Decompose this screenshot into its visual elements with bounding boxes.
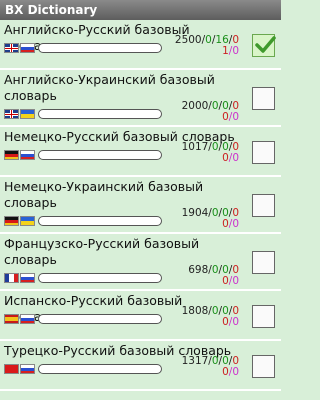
review-counts: 0/0 — [222, 366, 239, 378]
language-flags — [4, 216, 35, 226]
select-checkbox[interactable] — [252, 87, 275, 110]
language-flags — [4, 273, 35, 283]
select-checkbox[interactable] — [252, 354, 275, 378]
flag-ru-icon — [20, 364, 35, 374]
progress-bar — [38, 216, 162, 226]
language-flags — [4, 43, 35, 53]
dictionary-row[interactable]: Английско-Украинский базовый словарь 200… — [0, 70, 281, 127]
progress-bar — [38, 43, 162, 53]
dictionary-list[interactable]: Английско-Русский базовый словарь 2500/0… — [0, 20, 281, 391]
progress-bar — [38, 273, 162, 283]
dictionary-row[interactable]: Французско-Русский базовый словарь 698/0… — [0, 234, 281, 291]
flag-ru-icon — [20, 314, 35, 324]
select-checkbox[interactable] — [252, 194, 275, 217]
select-checkbox[interactable] — [252, 304, 275, 328]
flag-ru-icon — [20, 150, 35, 160]
language-flags — [4, 314, 35, 324]
review-counts: 0/0 — [222, 275, 239, 287]
app-title-bar: BX Dictionary — [0, 0, 281, 20]
language-flags — [4, 364, 35, 374]
flag-uk-icon — [4, 109, 19, 119]
progress-bar — [38, 314, 162, 324]
progress-bar — [38, 364, 162, 374]
review-counts: 0/0 — [222, 218, 239, 230]
dictionary-row[interactable]: Испанско-Русский базовый словарь 1808/0/… — [0, 291, 281, 341]
flag-uk-icon — [4, 43, 19, 53]
app-title: BX Dictionary — [5, 3, 98, 17]
flag-tr-icon — [4, 364, 19, 374]
select-checkbox[interactable] — [252, 140, 275, 164]
language-flags — [4, 150, 35, 160]
flag-ua-icon — [20, 216, 35, 226]
dictionary-row[interactable]: Немецко-Украинский базовый словарь 1904/… — [0, 177, 281, 234]
flag-fr-icon — [4, 273, 19, 283]
flag-ua-icon — [20, 109, 35, 119]
flag-es-icon — [4, 314, 19, 324]
progress-bar — [38, 109, 162, 119]
flag-ru-icon — [20, 273, 35, 283]
review-counts: 0/0 — [222, 152, 239, 164]
flag-de-icon — [4, 216, 19, 226]
select-checkbox[interactable] — [252, 33, 276, 57]
dictionary-row[interactable]: Английско-Русский базовый словарь 2500/0… — [0, 20, 281, 70]
review-counts: 0/0 — [222, 111, 239, 123]
select-checkbox[interactable] — [252, 251, 275, 274]
checkmark-icon — [255, 35, 276, 53]
review-counts: 1/0 — [222, 45, 239, 57]
flag-ru-icon — [20, 43, 35, 53]
dictionary-row[interactable]: Турецко-Русский базовый словарь 1317/0/0… — [0, 341, 281, 391]
progress-bar — [38, 150, 162, 160]
dictionary-row[interactable]: Немецко-Русский базовый словарь 1017/0/0… — [0, 127, 281, 177]
language-flags — [4, 109, 35, 119]
flag-de-icon — [4, 150, 19, 160]
review-counts: 0/0 — [222, 316, 239, 328]
